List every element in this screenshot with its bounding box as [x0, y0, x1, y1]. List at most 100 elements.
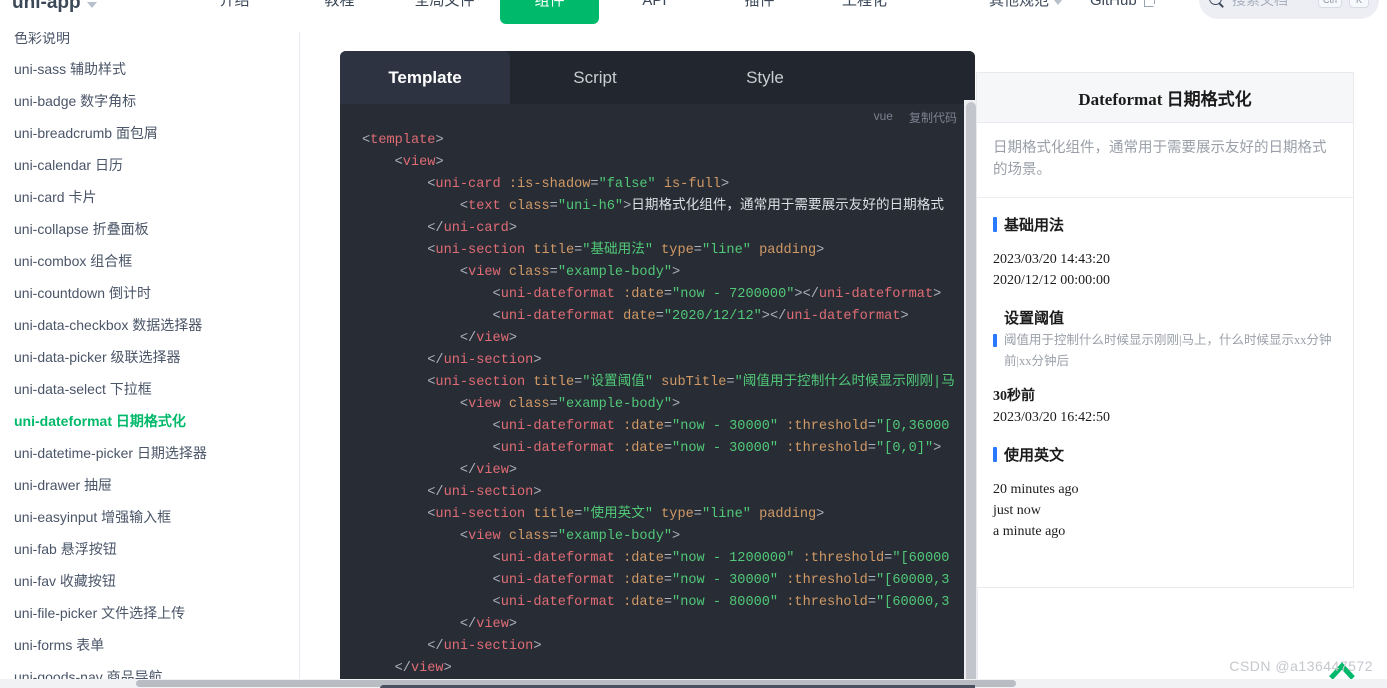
- preview-output-line: just now: [993, 503, 1041, 518]
- code-token-pun: =: [663, 595, 673, 610]
- code-token-pun: =: [655, 309, 664, 324]
- code-token-attr: subTitle: [652, 375, 727, 390]
- nav-tab-0[interactable]: 介绍: [185, 0, 284, 24]
- code-token-pun: ></: [794, 287, 819, 302]
- kbd-ctrl: Ctrl: [1318, 0, 1342, 8]
- nav-tab-label: 工程化: [841, 0, 887, 9]
- code-tab-template[interactable]: Template: [340, 51, 510, 104]
- code-token-pun: ></: [761, 309, 787, 324]
- brand-logo[interactable]: uni-app: [12, 0, 97, 14]
- code-token-pun: >: [443, 661, 452, 676]
- sidebar-item-list: 色彩说明 uni-sass 辅助样式 uni-badge 数字角标 uni-bread…: [0, 32, 299, 688]
- code-tab-style[interactable]: Style: [680, 51, 850, 104]
- sidebar-item-label: uni-drawer 抽屉: [14, 477, 113, 493]
- code-token-pun: >: [533, 353, 542, 368]
- sidebar-item-15[interactable]: uni-easyinput 增强输入框: [0, 501, 299, 533]
- nav-tab-2[interactable]: 全局文件: [395, 0, 494, 24]
- preview-section-heading-label: 使用英文: [1004, 448, 1065, 464]
- sidebar-item-18[interactable]: uni-file-picker 文件选择上传: [0, 597, 299, 629]
- section-accent-bar: [993, 447, 997, 462]
- kbd-k: K: [1349, 0, 1369, 8]
- code-token-pun: </: [362, 661, 411, 676]
- code-token-pun: >: [508, 221, 518, 236]
- sidebar-item-13[interactable]: uni-datetime-picker 日期选择器: [0, 437, 299, 469]
- sidebar-item-5[interactable]: uni-card 卡片: [0, 181, 299, 213]
- code-token-tag: uni-dateformat: [500, 551, 615, 566]
- code-token-pun: <: [362, 265, 469, 280]
- code-token-attr: title: [525, 375, 575, 390]
- sidebar-item-3[interactable]: uni-breadcrumb 面包屑: [0, 117, 299, 149]
- code-token-attr: type: [652, 243, 694, 258]
- code-token-str: "now - 30000": [672, 441, 779, 456]
- code-token-attr: :date: [614, 419, 664, 434]
- code-body: vue 复制代码 <template> <view> <uni-card :is…: [340, 104, 975, 688]
- sidebar-item-1[interactable]: uni-sass 辅助样式: [0, 53, 299, 85]
- code-token-pun: =: [663, 551, 673, 566]
- code-line: <view class="example-body">: [362, 397, 680, 412]
- nav-tab-label: 组件: [534, 0, 565, 9]
- code-token-pun: </: [362, 353, 444, 368]
- nav-tab-5[interactable]: 插件: [710, 0, 809, 24]
- page-vertical-scrollbar-thumb[interactable]: [966, 102, 976, 688]
- sidebar-item-7[interactable]: uni-combox 组合框: [0, 245, 299, 277]
- sidebar-item-0[interactable]: 色彩说明: [0, 32, 299, 53]
- code-token-tag: uni-dateformat: [500, 595, 615, 610]
- code-token-pun: <: [362, 397, 469, 412]
- preview-output-line: 20 minutes ago: [993, 482, 1079, 497]
- sidebar-item-17[interactable]: uni-fav 收藏按钮: [0, 565, 299, 597]
- code-line: <template>: [362, 133, 444, 148]
- code-line: <view class="example-body">: [362, 529, 680, 544]
- nav-menu-other-specs[interactable]: 其他规范: [975, 0, 1076, 24]
- code-token-attr: class: [500, 397, 550, 412]
- code-token-pun: </: [362, 331, 477, 346]
- sidebar-item-6[interactable]: uni-collapse 折叠面板: [0, 213, 299, 245]
- code-token-attr: :threshold: [794, 551, 885, 566]
- code-token-str: "now - 7200000": [672, 287, 795, 302]
- back-to-top-button[interactable]: [1327, 658, 1357, 680]
- code-token-pun: <: [362, 529, 469, 544]
- sidebar-item-16[interactable]: uni-fab 悬浮按钮: [0, 533, 299, 565]
- code-token-tag: uni-section: [435, 507, 526, 522]
- code-token-pun: <: [362, 507, 436, 522]
- code-token-pun: >: [672, 529, 681, 544]
- sidebar-item-12[interactable]: uni-dateformat 日期格式化: [0, 405, 299, 437]
- code-block[interactable]: <template> <view> <uni-card :is-shadow="…: [340, 130, 975, 688]
- code-token-tag: view: [476, 617, 509, 632]
- search-input[interactable]: 搜索文档 Ctrl K: [1199, 0, 1379, 19]
- sidebar[interactable]: 色彩说明 uni-sass 辅助样式 uni-badge 数字角标 uni-bread…: [0, 32, 300, 688]
- nav-link-github[interactable]: GitHub: [1076, 0, 1169, 24]
- preview-title: Dateformat 日期格式化: [1078, 90, 1252, 109]
- sidebar-item-4[interactable]: uni-calendar 日历: [0, 149, 299, 181]
- code-token-str: "line": [701, 243, 751, 258]
- code-token-pun: <: [362, 573, 501, 588]
- external-link-icon: [1143, 0, 1155, 7]
- nav-tab-4[interactable]: API: [605, 0, 704, 24]
- code-token-str: "设置阈值": [582, 375, 653, 390]
- preview-header: Dateformat 日期格式化: [977, 73, 1353, 123]
- copy-code-button[interactable]: 复制代码: [909, 109, 957, 126]
- sidebar-item-10[interactable]: uni-data-picker 级联选择器: [0, 341, 299, 373]
- code-token-pun: </: [362, 485, 444, 500]
- code-token-tag: view: [402, 155, 436, 170]
- code-token-attr: :date: [614, 287, 664, 302]
- code-token-pun: <: [362, 441, 501, 456]
- code-token-tag: view: [476, 463, 509, 478]
- sidebar-item-14[interactable]: uni-drawer 抽屉: [0, 469, 299, 501]
- code-token-pun: =: [867, 419, 876, 434]
- code-token-pun: </: [362, 221, 444, 236]
- code-meta: vue 复制代码: [874, 109, 957, 126]
- sidebar-item-8[interactable]: uni-countdown 倒计时: [0, 277, 299, 309]
- nav-tab-6[interactable]: 工程化: [815, 0, 914, 24]
- code-token-str: "now - 30000": [672, 573, 779, 588]
- code-tab-script[interactable]: Script: [510, 51, 680, 104]
- sidebar-item-9[interactable]: uni-data-checkbox 数据选择器: [0, 309, 299, 341]
- sidebar-item-11[interactable]: uni-data-select 下拉框: [0, 373, 299, 405]
- nav-tab-1[interactable]: 教程: [290, 0, 389, 24]
- nav-tab-3[interactable]: 组件: [500, 0, 599, 24]
- code-token-tag: uni-section: [443, 639, 534, 654]
- sidebar-item-2[interactable]: uni-badge 数字角标: [0, 85, 299, 117]
- sidebar-item-19[interactable]: uni-forms 表单: [0, 629, 299, 661]
- code-token-tag: uni-dateformat: [818, 287, 934, 302]
- code-token-str: "[60000: [892, 551, 950, 566]
- code-line: <text class="uni-h6">日期格式化组件，通常用于需要展示友好的…: [362, 199, 944, 214]
